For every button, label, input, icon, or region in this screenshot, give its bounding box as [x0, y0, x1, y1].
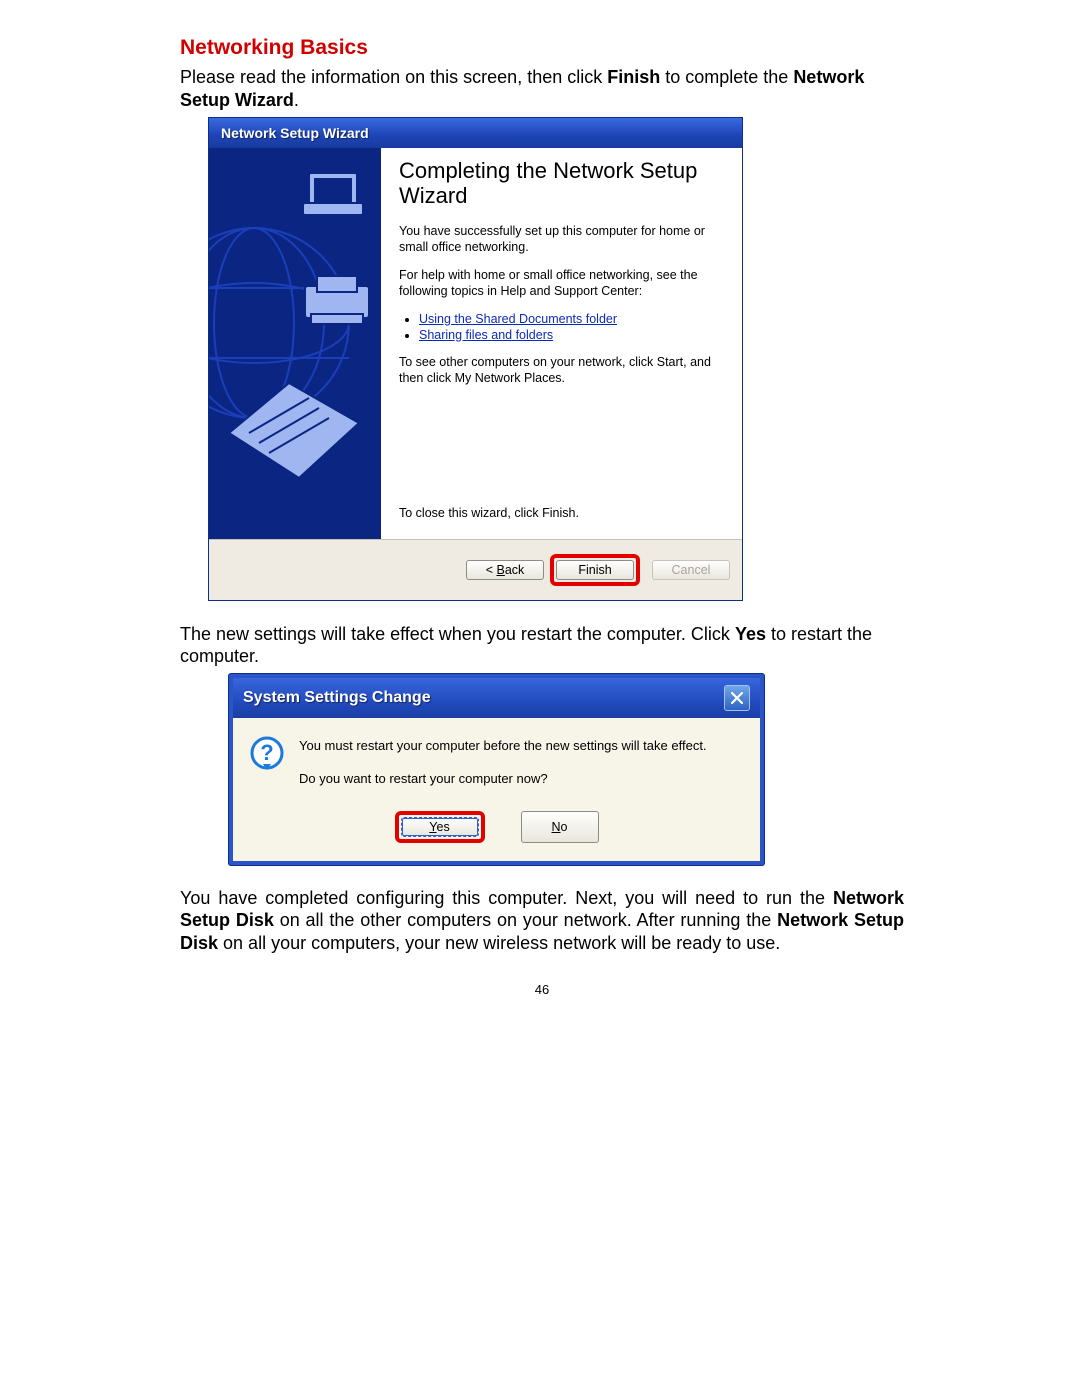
no-u: N	[552, 820, 561, 834]
back-button-u: B	[496, 563, 504, 577]
finish-button[interactable]: Finish	[556, 560, 634, 580]
restart-line1: You must restart your computer before th…	[299, 736, 707, 756]
wizard-content: Completing the Network Setup Wizard You …	[381, 148, 742, 539]
question-icon: ?	[249, 736, 285, 772]
wizard-help-links: Using the Shared Documents folder Sharin…	[419, 312, 722, 342]
intro-end: .	[294, 90, 299, 110]
restart-title-text: System Settings Change	[243, 689, 431, 707]
wizard-sidebar-graphic	[209, 148, 381, 539]
restart-buttons: Yes No	[233, 807, 760, 861]
svg-text:?: ?	[260, 740, 273, 765]
final-pre: You have completed configuring this comp…	[180, 888, 833, 908]
intro-paragraph: Please read the information on this scre…	[180, 66, 904, 111]
back-button-lt: <	[486, 563, 497, 577]
wizard-msg-help: For help with home or small office netwo…	[399, 267, 722, 300]
restart-pre: The new settings will take effect when y…	[180, 624, 735, 644]
wizard-close-note: To close this wizard, click Finish.	[399, 506, 722, 520]
final-end: on all your computers, your new wireless…	[218, 933, 780, 953]
page-number: 46	[180, 982, 904, 997]
back-button-rest: ack	[505, 563, 524, 577]
intro-bold-finish: Finish	[607, 67, 660, 87]
intro-mid: to complete the	[660, 67, 793, 87]
no-button[interactable]: No	[521, 811, 599, 843]
close-icon[interactable]	[724, 685, 750, 711]
restart-paragraph: The new settings will take effect when y…	[180, 623, 904, 668]
intro-text: Please read the information on this scre…	[180, 67, 607, 87]
section-title: Networking Basics	[180, 36, 904, 60]
wizard-msg-success: You have successfully set up this comput…	[399, 223, 722, 256]
restart-text: You must restart your computer before th…	[299, 736, 707, 803]
wizard-link-sharing[interactable]: Sharing files and folders	[419, 328, 553, 342]
wizard-title-text: Network Setup Wizard	[221, 125, 369, 141]
restart-bold-yes: Yes	[735, 624, 766, 644]
restart-line2: Do you want to restart your computer now…	[299, 769, 707, 789]
no-rest: o	[561, 820, 568, 834]
network-setup-wizard-window: Network Setup Wizard	[208, 117, 743, 601]
cancel-button: Cancel	[652, 560, 730, 580]
yes-rest: es	[437, 820, 450, 834]
final-mid: on all the other computers on your netwo…	[274, 910, 777, 930]
restart-body: ? You must restart your computer before …	[233, 718, 760, 807]
finish-button-highlight: Finish	[550, 554, 640, 586]
restart-titlebar: System Settings Change	[233, 678, 760, 718]
wizard-heading: Completing the Network Setup Wizard	[399, 158, 722, 209]
yes-button[interactable]: Yes	[401, 817, 479, 837]
wizard-link-shared-docs[interactable]: Using the Shared Documents folder	[419, 312, 617, 326]
yes-u: Y	[429, 820, 436, 834]
wizard-footer: < Back Finish Cancel	[209, 539, 742, 600]
wizard-msg-network-places: To see other computers on your network, …	[399, 354, 722, 387]
final-paragraph: You have completed configuring this comp…	[180, 887, 904, 955]
system-settings-change-dialog: System Settings Change ? You must restar…	[229, 674, 764, 865]
back-button[interactable]: < Back	[466, 560, 544, 580]
wizard-body: Completing the Network Setup Wizard You …	[209, 148, 742, 539]
wizard-titlebar: Network Setup Wizard	[209, 118, 742, 148]
yes-button-highlight: Yes	[395, 811, 485, 843]
